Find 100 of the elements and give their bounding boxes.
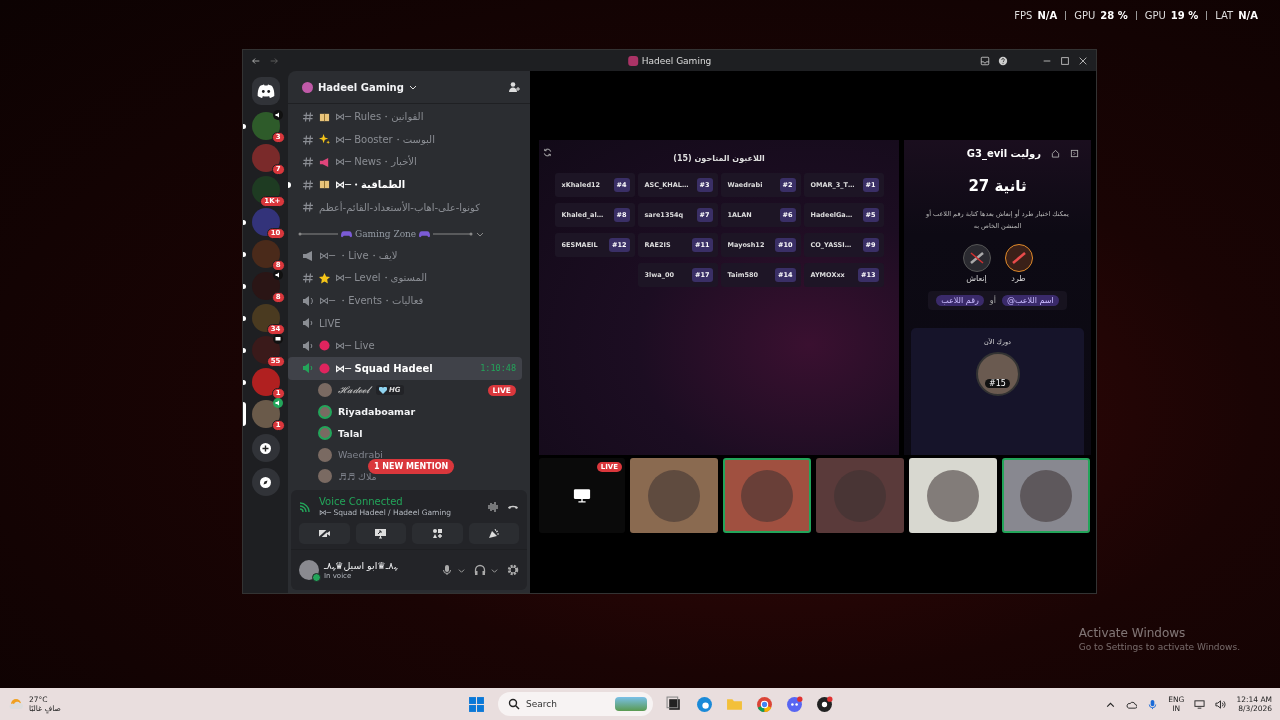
megaphone-icon bbox=[319, 156, 330, 168]
channel-item[interactable]: كونوا-على-اهاب-الأستعداد-القائم-أعظم bbox=[288, 196, 522, 219]
channel-item[interactable]: ⋈─ Squad Hadeel 1:10:48 bbox=[288, 357, 522, 380]
search-field[interactable]: Search bbox=[498, 692, 653, 716]
speaker-icon bbox=[302, 317, 314, 330]
stat-value: N/A bbox=[1037, 10, 1058, 21]
server-name[interactable]: Hadeel Gaming bbox=[318, 81, 404, 93]
online-status-dot bbox=[312, 573, 321, 582]
user-avatar[interactable] bbox=[299, 560, 319, 580]
user-avatar[interactable] bbox=[318, 469, 332, 484]
participant-tile[interactable] bbox=[723, 458, 811, 533]
slash-icon bbox=[1010, 251, 1027, 266]
stat-label: FPS bbox=[1014, 10, 1033, 21]
exit-icon[interactable] bbox=[1070, 149, 1079, 158]
activation-title: Activate Windows bbox=[1078, 626, 1187, 640]
user-name[interactable]: Talal bbox=[338, 427, 363, 439]
discover-button[interactable] bbox=[251, 468, 280, 496]
hint-word: أو bbox=[989, 296, 996, 306]
hash-icon bbox=[302, 111, 314, 124]
user-avatar[interactable] bbox=[318, 383, 332, 398]
channel-item[interactable]: ⋈─・الطماقية bbox=[288, 173, 522, 196]
hash-icon bbox=[302, 156, 314, 169]
shapes-icon bbox=[431, 528, 443, 539]
panel-title: اللاعبون المتاحون (15) bbox=[673, 154, 765, 163]
chevron-down-icon[interactable] bbox=[408, 83, 417, 91]
stat-label: LAT bbox=[1215, 10, 1234, 21]
activation-hint: Go to Settings to activate Windows. bbox=[1078, 642, 1240, 652]
channel-item[interactable]: ⋈─ Rules・القوانين bbox=[288, 106, 522, 129]
channel-item[interactable]: ⋈─ ・Events・فعاليات bbox=[288, 289, 522, 312]
hint-chip: رقم اللاعب bbox=[936, 295, 984, 307]
participant-tile[interactable] bbox=[909, 458, 997, 533]
avatar-placeholder bbox=[1020, 469, 1072, 522]
stat-value: 28 % bbox=[1100, 10, 1128, 21]
party-popper-icon bbox=[487, 528, 500, 539]
gamepad-icon bbox=[341, 229, 352, 238]
channel-item[interactable]: LIVE bbox=[288, 312, 522, 335]
task-view-icon[interactable] bbox=[666, 695, 683, 713]
search-highlight-picture bbox=[615, 697, 647, 711]
channel-item[interactable]: ⋈─ Booster・البوست bbox=[288, 128, 522, 151]
signal-icon[interactable] bbox=[299, 500, 311, 513]
gamepad-icon bbox=[419, 229, 431, 238]
search-icon bbox=[508, 698, 520, 710]
participant-tile[interactable] bbox=[630, 458, 718, 533]
plus-icon bbox=[260, 442, 271, 454]
activities-button[interactable] bbox=[412, 523, 463, 544]
stat-value: 19 % bbox=[1170, 10, 1199, 21]
start-icon[interactable] bbox=[468, 695, 485, 713]
channel-item[interactable]: ⋈─ Live bbox=[288, 334, 522, 357]
camera-off-button[interactable] bbox=[299, 523, 350, 544]
category-name[interactable]: Gaming Zone bbox=[355, 228, 417, 239]
book-icon bbox=[319, 111, 330, 123]
caret-icon[interactable] bbox=[491, 566, 498, 574]
participant-tile[interactable] bbox=[1002, 458, 1090, 533]
book-icon bbox=[319, 179, 330, 191]
browser-icon[interactable] bbox=[696, 695, 713, 713]
call-timer: 1:10:48 bbox=[480, 363, 516, 374]
help-icon[interactable] bbox=[998, 55, 1008, 66]
recorder-icon[interactable] bbox=[816, 695, 833, 713]
voice-status[interactable]: Voice Connected bbox=[319, 496, 479, 507]
home-icon[interactable] bbox=[1051, 149, 1060, 158]
home-button[interactable] bbox=[251, 77, 280, 105]
back-arrow-icon[interactable] bbox=[251, 55, 261, 66]
avatar-placeholder bbox=[927, 469, 979, 522]
user-name[interactable]: Waedrabi bbox=[338, 449, 383, 461]
hash-icon bbox=[302, 201, 314, 214]
megaphone-icon bbox=[302, 249, 314, 262]
microphone-icon[interactable] bbox=[1147, 698, 1159, 710]
player-number: #15 bbox=[985, 379, 1010, 389]
user-name[interactable]: Riyadaboamar bbox=[338, 406, 416, 418]
chat-logo-icon bbox=[256, 84, 275, 98]
add-server-button[interactable] bbox=[251, 434, 280, 462]
user-avatar[interactable] bbox=[318, 404, 332, 419]
dot-icon bbox=[319, 340, 330, 352]
user-name[interactable]: ﮩ٨ـ♛ابو اسيل♛ﮩ٨ـ bbox=[324, 560, 436, 572]
user-avatar[interactable] bbox=[318, 447, 332, 462]
maximize-icon[interactable] bbox=[1060, 55, 1070, 66]
stat-label: GPU bbox=[1144, 10, 1166, 21]
invite-person-icon[interactable] bbox=[508, 81, 520, 93]
soundboard-button[interactable] bbox=[468, 523, 519, 544]
channel-item[interactable]: ⋈─ ・Live・لايف bbox=[288, 244, 522, 267]
microphone-icon[interactable] bbox=[441, 564, 453, 576]
user-avatar[interactable] bbox=[318, 426, 332, 441]
share-screen-button[interactable] bbox=[355, 523, 406, 544]
volume-icon[interactable] bbox=[1215, 698, 1227, 710]
channel-item[interactable]: ⋈─ Level・المستوى bbox=[288, 267, 522, 290]
refresh-icon[interactable] bbox=[543, 148, 552, 157]
slash-icon bbox=[968, 251, 985, 266]
headphones-icon[interactable] bbox=[474, 564, 486, 576]
close-icon[interactable] bbox=[1078, 55, 1088, 66]
monitor-icon[interactable] bbox=[1194, 698, 1206, 710]
settings-icon[interactable] bbox=[507, 564, 519, 576]
caret-icon[interactable] bbox=[458, 566, 465, 574]
speaker-icon bbox=[302, 339, 314, 352]
channel-item[interactable]: ⋈─ News・الأخبار bbox=[288, 151, 522, 174]
server-icon bbox=[302, 81, 313, 93]
chrome-icon[interactable] bbox=[756, 695, 773, 713]
inbox-icon[interactable] bbox=[980, 55, 990, 66]
chat-app-icon[interactable] bbox=[786, 695, 803, 713]
participant-tile[interactable] bbox=[816, 458, 904, 533]
new-mention-pill[interactable]: 1 NEW MENTION bbox=[368, 459, 455, 474]
